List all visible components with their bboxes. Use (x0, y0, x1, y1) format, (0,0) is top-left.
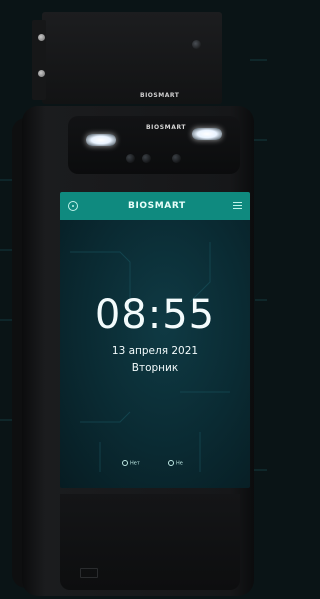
clock-weekday: Вторник (131, 362, 179, 374)
brand-logo-top: BIOSMART (140, 92, 180, 99)
status-user-label: Не (176, 460, 183, 467)
ir-led-right (192, 128, 222, 140)
status-network: Нет (122, 460, 140, 467)
screw-icon (38, 70, 45, 77)
user-icon (168, 460, 174, 466)
wifi-icon (122, 460, 128, 466)
camera-lens-icon (126, 154, 135, 163)
card-reader-slot (80, 568, 98, 578)
camera-band: BIOSMART (68, 116, 240, 174)
settings-icon[interactable] (68, 201, 78, 211)
sensor-module: BIOSMART (32, 12, 222, 104)
screw-icon (38, 34, 45, 41)
brand-logo-band: BIOSMART (146, 124, 187, 131)
screen-circuit-pattern (70, 242, 230, 472)
ir-led-left (86, 134, 116, 146)
clock-date: 13 апреля 2021 (111, 345, 199, 357)
status-user: Не (168, 460, 183, 467)
screen-header: BIOSMART (60, 192, 250, 220)
brand-logo-screen: BIOSMART (128, 201, 186, 211)
status-network-label: Нет (130, 460, 140, 467)
touch-screen[interactable]: BIOSMART 08:55 13 апреля 2021 Вторник Не… (60, 192, 250, 488)
camera-lens-icon (172, 154, 181, 163)
camera-lens-icon (142, 154, 151, 163)
menu-icon[interactable] (233, 202, 242, 209)
thermal-sensor-icon (192, 40, 201, 49)
clock-time: 08:55 (94, 292, 216, 338)
mount-bracket (32, 20, 46, 100)
status-bar: Нет Не (60, 460, 250, 472)
